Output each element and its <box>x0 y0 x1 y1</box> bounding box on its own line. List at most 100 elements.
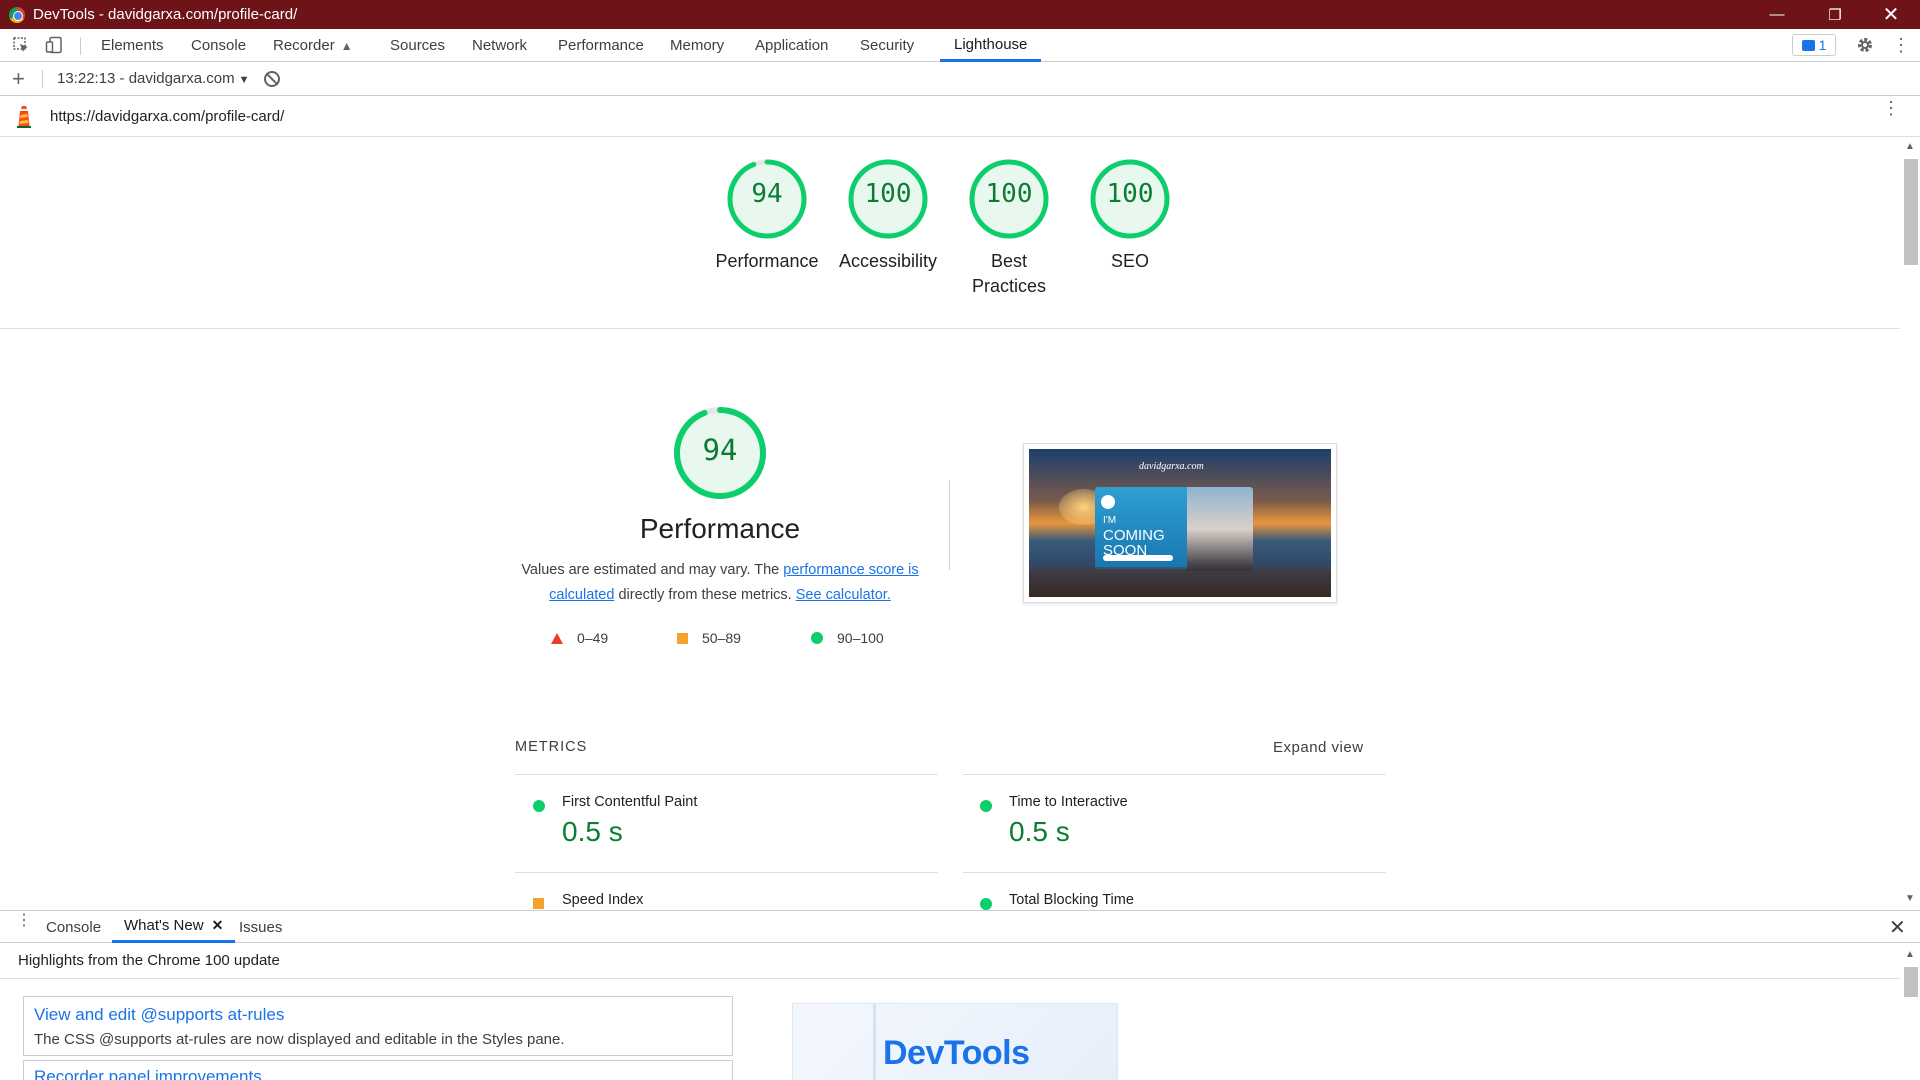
gauge-seo[interactable]: 100 SEO <box>1090 159 1170 274</box>
performance-description: Values are estimated and may vary. The p… <box>505 558 935 608</box>
gauge-label: SEO <box>1110 251 1149 271</box>
window-titlebar: DevTools - davidgarxa.com/profile-card/ … <box>0 0 1920 29</box>
description-text: Values are estimated and may vary. The <box>521 562 784 578</box>
gauge-label: Best Practices <box>971 251 1047 296</box>
gauge-score: 100 <box>1106 179 1154 209</box>
final-screenshot[interactable]: davidgarxa.com I'M COMING SOON <box>1023 443 1337 603</box>
drawer-menu-icon[interactable]: ⋮ <box>16 913 32 929</box>
gauge-score: 94 <box>751 179 783 209</box>
report-url-bar: https://davidgarxa.com/profile-card/ ⋮ <box>0 96 1920 137</box>
see-calculator-link[interactable]: See calculator. <box>796 587 891 603</box>
gauge-label: Accessibility <box>838 251 938 271</box>
green-circle-icon <box>980 800 992 812</box>
gauge-best-practices[interactable]: 100 Best Practices <box>969 159 1049 299</box>
legend-fail-label: 0–49 <box>577 630 609 646</box>
scrollbar-thumb[interactable] <box>1904 159 1918 265</box>
issues-count: 1 <box>1818 37 1827 53</box>
promo-text: DevTools <box>883 1034 1030 1072</box>
orange-square-icon <box>533 898 544 909</box>
green-circle-icon <box>980 898 992 910</box>
inspect-element-icon[interactable] <box>11 35 31 55</box>
performance-heading: Performance <box>639 513 801 544</box>
metric-divider <box>515 774 938 775</box>
drawer-tab-issues[interactable]: Issues <box>227 911 294 943</box>
settings-gear-icon[interactable] <box>1855 35 1875 55</box>
customize-menu-icon[interactable]: ⋮ <box>1891 35 1911 55</box>
green-circle-icon <box>533 800 545 812</box>
gauge-label: Performance <box>715 251 819 271</box>
scrollbar-thumb[interactable] <box>1904 967 1918 997</box>
tab-recorder[interactable]: Recorder ▲ <box>259 29 367 62</box>
tab-sources[interactable]: Sources <box>376 29 459 62</box>
card-line: I'M <box>1103 515 1117 526</box>
tab-security[interactable]: Security <box>846 29 928 62</box>
legend-average: 50–89 <box>677 630 741 646</box>
screenshot-card: I'M COMING SOON <box>1095 487 1189 569</box>
metric-divider <box>963 872 1386 873</box>
description-text: directly from these metrics. <box>614 587 796 603</box>
scroll-up-icon[interactable]: ▲ <box>1905 949 1915 960</box>
report-select-value: 13:22:13 - davidgarxa.com <box>57 70 235 87</box>
beach-graphic <box>1029 567 1331 597</box>
tab-performance[interactable]: Performance <box>544 29 658 62</box>
tab-network[interactable]: Network <box>458 29 541 62</box>
issues-counter-button[interactable]: 1 <box>1792 34 1836 56</box>
metric-divider <box>963 774 1386 775</box>
metric-name: Total Blocking Time <box>1009 892 1134 908</box>
tab-elements[interactable]: Elements <box>87 29 178 62</box>
tab-memory[interactable]: Memory <box>656 29 738 62</box>
feature-card-title[interactable]: View and edit @supports at-rules <box>34 1005 722 1025</box>
scroll-up-icon[interactable]: ▲ <box>1905 141 1915 152</box>
minimize-icon[interactable]: — <box>1748 0 1806 29</box>
gauge-score: 100 <box>985 179 1033 209</box>
feature-card[interactable]: Recorder panel improvements <box>23 1060 733 1080</box>
gauge-accessibility[interactable]: 100 Accessibility <box>839 159 937 274</box>
tab-console[interactable]: Console <box>177 29 260 62</box>
orange-square-icon <box>677 632 688 644</box>
scroll-down-icon[interactable]: ▼ <box>1905 893 1915 904</box>
expand-view-toggle[interactable]: Expand view <box>1273 739 1364 756</box>
issue-icon <box>1801 39 1815 51</box>
drawer-tab-console[interactable]: Console <box>34 911 113 943</box>
report-menu-icon[interactable]: ⋮ <box>1882 99 1900 117</box>
close-tab-icon[interactable]: ✕ <box>212 917 224 934</box>
gauge-performance[interactable]: 94 Performance <box>715 159 819 274</box>
highlights-heading: Highlights from the Chrome 100 update <box>18 952 280 969</box>
report-scrollbar[interactable]: ▲ ▼ <box>1900 137 1920 910</box>
card-input-bar <box>1103 555 1173 561</box>
devtools-promo-image: DevTools <box>792 1003 1118 1080</box>
tab-application[interactable]: Application <box>741 29 842 62</box>
red-triangle-icon <box>551 632 563 644</box>
tab-lighthouse[interactable]: Lighthouse <box>940 29 1042 62</box>
device-toolbar-icon[interactable] <box>44 35 64 55</box>
clear-report-icon[interactable] <box>264 70 280 87</box>
window-title: DevTools - davidgarxa.com/profile-card/ <box>33 6 298 23</box>
close-drawer-icon[interactable]: ✕ <box>1889 915 1906 940</box>
report-url: https://davidgarxa.com/profile-card/ <box>50 108 285 125</box>
drawer-scrollbar[interactable]: ▲ <box>1900 943 1920 1080</box>
metric-name: Speed Index <box>562 892 644 908</box>
tab-recorder-label: Recorder <box>273 37 335 54</box>
report-select-dropdown[interactable]: 13:22:13 - davidgarxa.com ▼ <box>57 70 250 87</box>
chevron-down-icon: ▼ <box>238 74 250 86</box>
screenshot-card-text: I'M COMING SOON <box>1103 513 1165 558</box>
panel-divider <box>0 978 1900 979</box>
legend-average-label: 50–89 <box>702 630 741 646</box>
promo-stripe <box>873 1004 876 1080</box>
metrics-header: METRICS <box>515 739 588 755</box>
new-report-icon[interactable]: + <box>12 66 25 92</box>
chrome-icon <box>9 6 25 23</box>
performance-gauge-large: 94 <box>672 405 768 501</box>
drawer-tab-whats-new[interactable]: What's New ✕ <box>112 911 236 943</box>
restore-icon[interactable]: ❐ <box>1806 0 1864 29</box>
green-circle-icon <box>811 632 823 644</box>
close-window-icon[interactable]: ✕ <box>1862 0 1920 29</box>
summary-divider <box>0 328 1900 329</box>
feature-card[interactable]: View and edit @supports at-rules The CSS… <box>23 996 733 1056</box>
flask-icon: ▲ <box>340 38 353 53</box>
metric-value: 0.5 s <box>562 816 623 847</box>
feature-card-title[interactable]: Recorder panel improvements <box>34 1067 722 1080</box>
metric-divider <box>515 872 938 873</box>
lighthouse-report: 94 Performance 100 Accessibility 100 Best Pra… <box>0 137 1900 910</box>
legend-fail: 0–49 <box>551 630 608 646</box>
